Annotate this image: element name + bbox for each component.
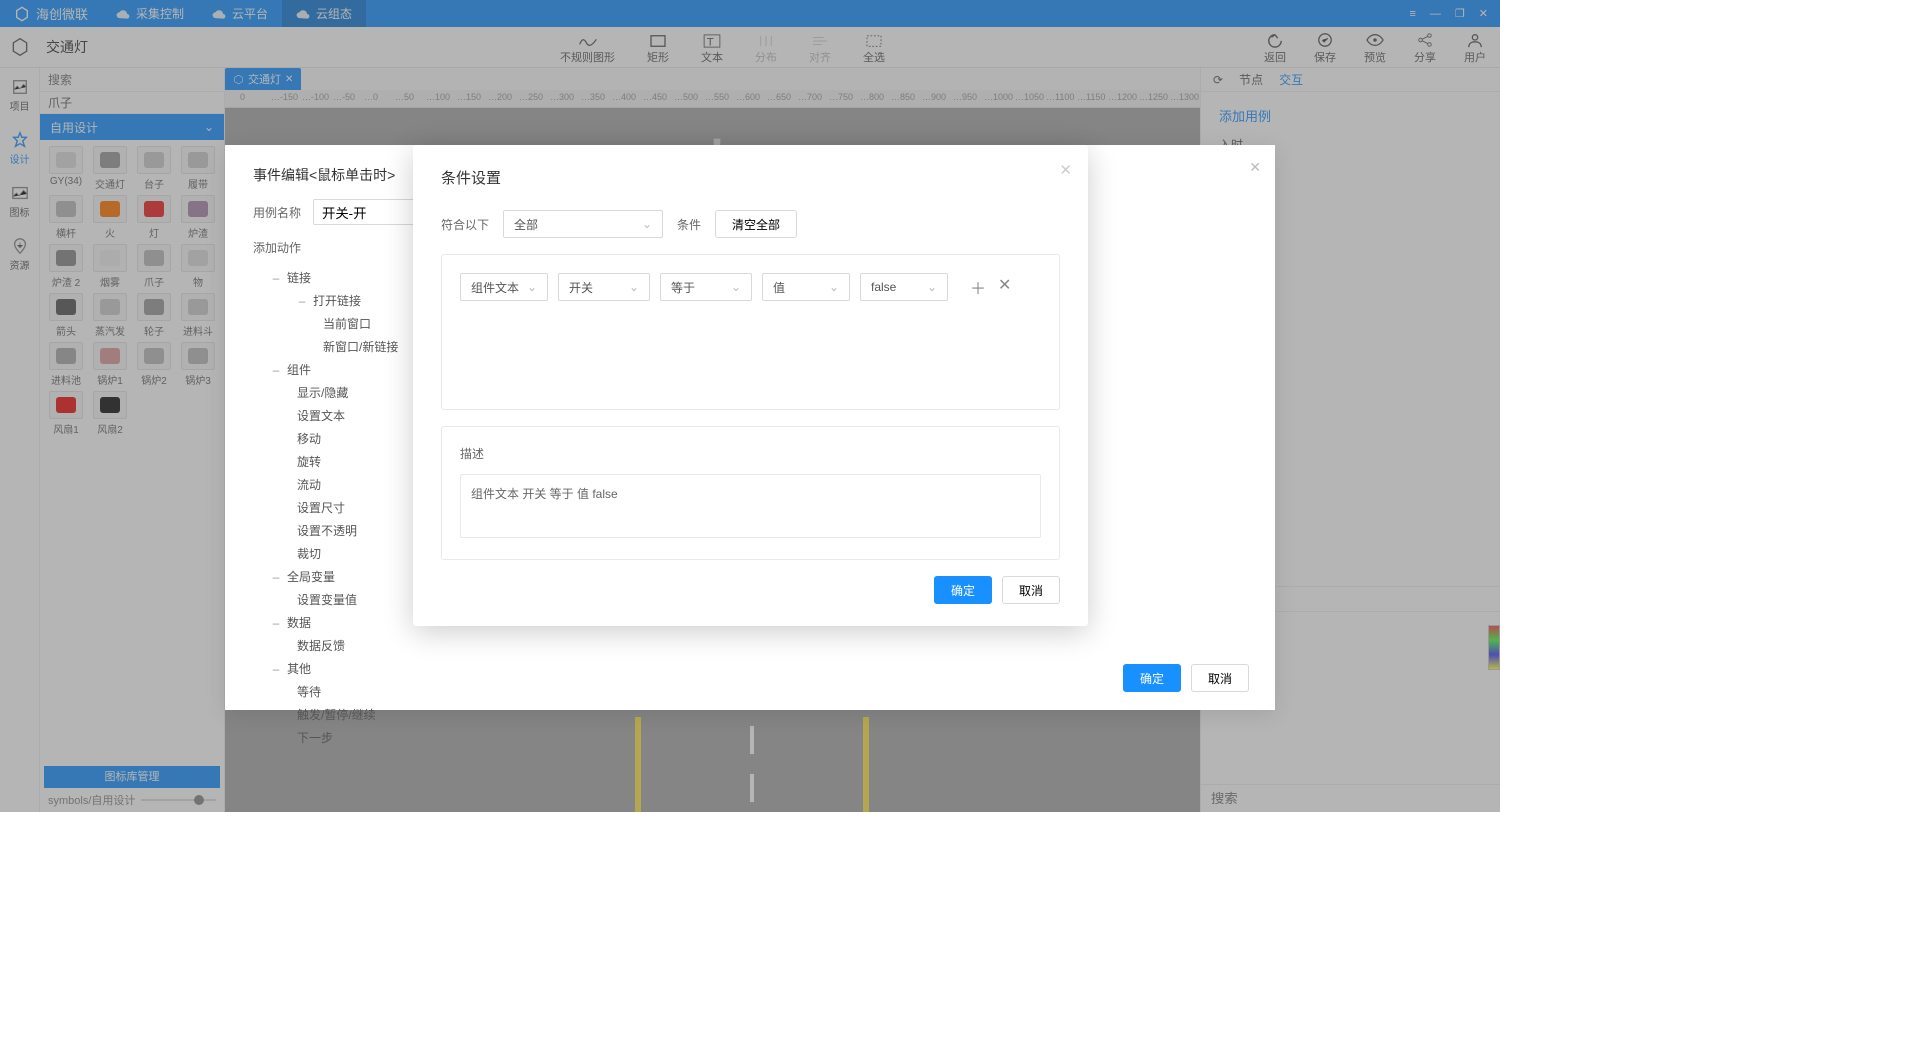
event-cancel-button[interactable]: 取消: [1191, 664, 1249, 692]
condition-title: 条件设置: [441, 167, 1060, 188]
conditions-card: 组件文本⌄ 开关⌄ 等于⌄ 值⌄ false⌄ ＋ ✕: [441, 254, 1060, 410]
match-select[interactable]: 全部⌄: [503, 210, 663, 238]
cond-ok-button[interactable]: 确定: [934, 576, 992, 604]
cond-label: 条件: [677, 216, 701, 233]
cond-target-select[interactable]: 开关⌄: [558, 273, 650, 301]
tree-leaf[interactable]: 触发/暂停/继续: [297, 703, 1247, 726]
desc-label: 描述: [460, 445, 1041, 462]
remove-condition-icon[interactable]: ✕: [998, 275, 1011, 299]
cond-field-select[interactable]: 组件文本⌄: [460, 273, 548, 301]
cond-valuetype-select[interactable]: 值⌄: [762, 273, 850, 301]
tree-node[interactable]: –其他: [271, 657, 1247, 680]
close-icon[interactable]: ✕: [1249, 159, 1261, 176]
condition-row: 组件文本⌄ 开关⌄ 等于⌄ 值⌄ false⌄ ＋ ✕: [460, 273, 1041, 301]
cond-value-select[interactable]: false⌄: [860, 273, 948, 301]
case-name-label: 用例名称: [253, 204, 301, 221]
cond-cancel-button[interactable]: 取消: [1002, 576, 1060, 604]
event-ok-button[interactable]: 确定: [1123, 664, 1181, 692]
match-label: 符合以下: [441, 216, 489, 233]
description-textarea[interactable]: [460, 474, 1041, 538]
close-icon[interactable]: ✕: [1059, 161, 1072, 179]
tree-leaf[interactable]: 等待: [297, 680, 1247, 703]
clear-all-button[interactable]: 清空全部: [715, 210, 797, 238]
description-card: 描述: [441, 426, 1060, 560]
add-condition-icon[interactable]: ＋: [970, 275, 986, 299]
cond-operator-select[interactable]: 等于⌄: [660, 273, 752, 301]
tree-leaf[interactable]: 下一步: [297, 726, 1247, 749]
tree-leaf[interactable]: 数据反馈: [297, 634, 1247, 657]
condition-modal: ✕ 条件设置 符合以下 全部⌄ 条件 清空全部 组件文本⌄ 开关⌄ 等于⌄ 值⌄…: [413, 145, 1088, 626]
